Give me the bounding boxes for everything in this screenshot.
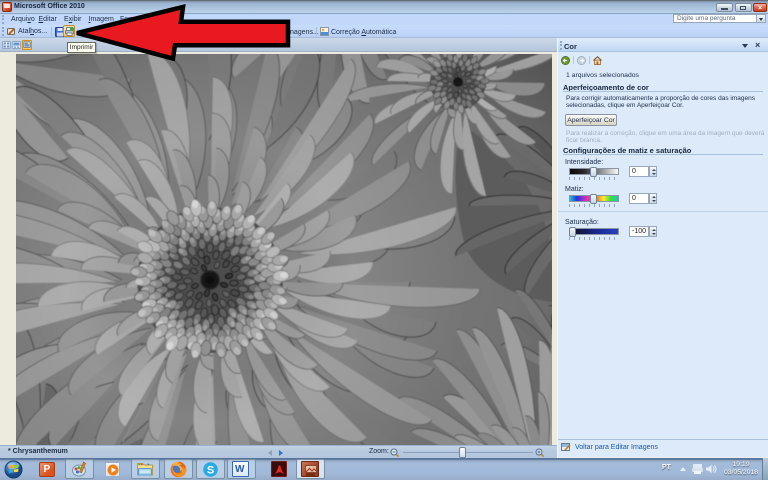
- svg-text:S: S: [207, 465, 214, 477]
